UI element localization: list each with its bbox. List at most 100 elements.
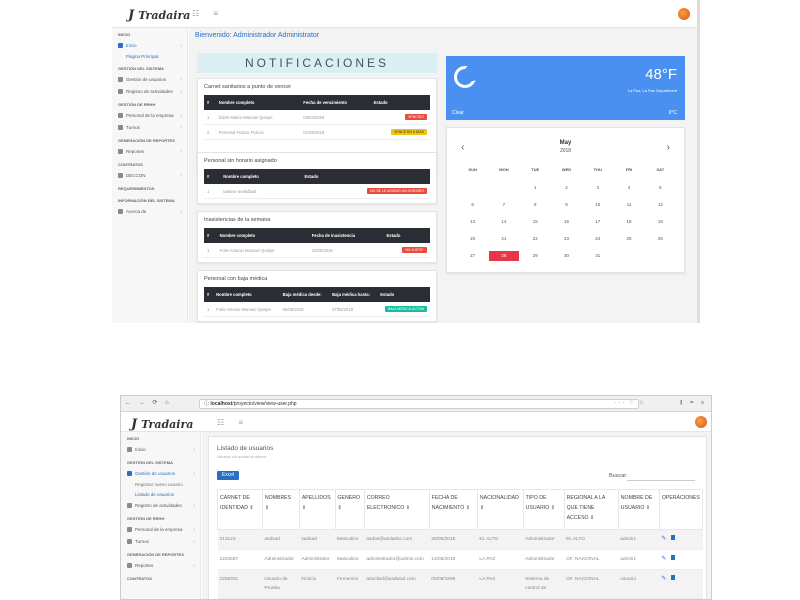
table-cell: Masculino — [335, 549, 365, 570]
status-badge: VENCIDO — [405, 114, 427, 120]
calendar-day[interactable]: 30 — [551, 251, 582, 268]
calendar-day[interactable]: 11 — [613, 200, 644, 217]
column-header[interactable]: OPERACIONES — [658, 489, 704, 530]
calendar-day[interactable]: 22 — [520, 234, 551, 251]
chevron-right-icon: › — [193, 563, 195, 569]
calendar-day[interactable]: 18 — [613, 217, 644, 234]
brand-logo[interactable]: J Tradaira — [128, 8, 190, 23]
column-header[interactable]: CORREO ELECTRONICO ⇕ — [363, 489, 430, 530]
column-header[interactable]: REGIONAL A LA QUE TIENE ACCESO ⇕ — [563, 489, 619, 530]
chevron-right-icon: › — [180, 89, 182, 95]
calendar-day[interactable]: 23 — [551, 234, 582, 251]
users-list-screenshot: ← → ⟳ ⌂ ⓘ localhost/proyecto/view/view-u… — [120, 395, 712, 600]
search-input[interactable] — [627, 471, 695, 481]
sidebar-item[interactable]: Personal de la empresa › — [112, 110, 187, 122]
page-actions-icon[interactable]: ··· ♡ ☆ — [615, 400, 646, 406]
calendar-day[interactable]: 6 — [457, 200, 488, 217]
column-header[interactable]: NACIONALIDAD ⇕ — [476, 489, 524, 530]
sidebar-section-header: INFORMACIÓN DEL SISTEMA — [118, 198, 175, 203]
calendar-day[interactable]: 10 — [582, 200, 613, 217]
calendar-day[interactable]: 20 — [457, 234, 488, 251]
excel-export-button[interactable]: Excel — [217, 471, 239, 480]
sidebar-item[interactable]: Reportes › — [112, 146, 187, 158]
menu-toggle-icon[interactable]: ☷ ≡ — [217, 418, 249, 427]
sidebar-item[interactable]: Gestión de usuarios › — [112, 74, 187, 86]
chevron-right-icon: › — [180, 149, 182, 155]
main-content: Listado de usuarios Usuarios con acceso … — [202, 432, 711, 599]
column-header[interactable]: GENERO ⇕ — [334, 489, 365, 530]
delete-icon[interactable] — [671, 555, 676, 560]
calendar-day[interactable]: 19 — [645, 217, 676, 234]
calendar-day[interactable]: 4 — [613, 183, 644, 200]
calendar-day[interactable]: 2 — [551, 183, 582, 200]
column-header[interactable]: TIPO DE USUARIO ⇕ — [522, 489, 565, 530]
column-header[interactable]: NOMBRE DE USUARIO ⇕ — [617, 489, 660, 530]
welcome-text: Bienvenido: Administrador Administrator — [195, 32, 320, 39]
column-header[interactable]: APELLIDOS ⇕ — [298, 489, 336, 530]
column-header[interactable]: FECHA DE NACIMIENTO ⇕ — [428, 489, 478, 530]
calendar-day[interactable]: 13 — [457, 217, 488, 234]
calendar-day[interactable]: 14 — [488, 217, 519, 234]
sidebar-subitem[interactable]: Registrar nuevo usuario — [121, 480, 200, 490]
calendar-day[interactable]: 25 — [613, 234, 644, 251]
weather-location: La Paz, La Paz Department — [627, 88, 677, 93]
sidebar-item[interactable]: Reportes › — [121, 560, 200, 572]
user-avatar[interactable] — [678, 8, 690, 20]
sidebar-item[interactable]: DECCON › — [112, 170, 187, 182]
edit-icon[interactable]: ✎ — [661, 556, 666, 562]
library-icon[interactable]: ⫼ ▭ ≡ — [680, 400, 707, 406]
calendar-day[interactable]: 31 — [582, 251, 613, 268]
calendar-week: 20 21 22 23 24 25 26 — [457, 234, 676, 251]
delete-icon[interactable] — [671, 575, 676, 580]
menu-toggle-icon[interactable]: ☷ ≡ — [192, 9, 224, 18]
calendar-day[interactable]: 17 — [582, 217, 613, 234]
sidebar-item[interactable]: Turnos › — [121, 536, 200, 548]
column-header[interactable]: CARNET DE IDENTIDAD ⇕ — [217, 489, 263, 530]
calendar-day[interactable]: 1 — [520, 183, 551, 200]
calendar-day[interactable]: 9 — [551, 200, 582, 217]
calendar-day[interactable]: 26 — [645, 234, 676, 251]
cell-num: 1 — [204, 184, 221, 199]
column-header[interactable]: NOMBRES ⇕ — [261, 489, 300, 530]
sidebar-item[interactable]: Turnos › — [112, 122, 187, 134]
calendar-day[interactable]: 8 — [520, 200, 551, 217]
sidebar-item[interactable]: Acerca de › — [112, 206, 187, 218]
calendar-weekdays: SUN MON TUE WED THU FRI SAT — [457, 166, 676, 183]
user-avatar[interactable] — [695, 416, 707, 428]
calendar-today[interactable]: 28 — [488, 251, 519, 268]
chevron-right-icon[interactable]: › — [667, 142, 670, 153]
chevron-right-icon: › — [180, 113, 182, 119]
sidebar-item[interactable]: Gestión de usuarios › — [121, 468, 200, 480]
browser-nav-buttons[interactable]: ← → ⟳ ⌂ — [125, 399, 172, 406]
calendar-day[interactable]: 21 — [488, 234, 519, 251]
sidebar-item[interactable]: Personal de la empresa › — [121, 524, 200, 536]
users-table: CARNET DE IDENTIDAD ⇕ NOMBRES ⇕ APELLIDOS … — [217, 489, 704, 599]
sidebar: INICIO Inicio › Página Principal GESTIÓN DEL… — [112, 28, 188, 323]
list-icon — [118, 89, 123, 95]
sidebar-item[interactable]: Inicio › — [121, 444, 200, 456]
calendar-day[interactable]: 7 — [488, 200, 519, 217]
calendar-day[interactable]: 3 — [582, 183, 613, 200]
users-list-card: Listado de usuarios Usuarios con acceso … — [208, 436, 707, 599]
sidebar-subitem[interactable]: Página Principal — [112, 52, 187, 62]
calendar-day[interactable]: 29 — [520, 251, 551, 268]
calendar-day[interactable]: 27 — [457, 251, 488, 268]
calendar-day[interactable]: 5 — [645, 183, 676, 200]
calendar-day[interactable]: 15 — [520, 217, 551, 234]
sidebar-section-header: INICIO — [127, 436, 140, 441]
sidebar-item[interactable]: Registro de actividades › — [112, 86, 187, 98]
today-label: 28 — [488, 251, 519, 261]
calendar-day[interactable]: 24 — [582, 234, 613, 251]
calendar-day[interactable]: 12 — [645, 200, 676, 217]
calendar-day[interactable]: 16 — [551, 217, 582, 234]
delete-icon[interactable] — [671, 535, 676, 540]
edit-icon[interactable]: ✎ — [661, 576, 666, 582]
address-bar[interactable]: ⓘ localhost/proyecto/view/view-user.php — [199, 399, 639, 409]
sidebar-item[interactable]: Inicio › — [112, 40, 187, 52]
brand-logo[interactable]: J Tradaira — [131, 417, 193, 432]
sidebar-subitem[interactable]: Listado de usuarios — [121, 490, 200, 500]
table-cell: 14/05/2018 — [429, 549, 478, 570]
edit-icon[interactable]: ✎ — [661, 536, 666, 542]
sidebar-item[interactable]: Registro de actividades › — [121, 500, 200, 512]
col-to: Baja médica hasta: — [329, 287, 378, 302]
